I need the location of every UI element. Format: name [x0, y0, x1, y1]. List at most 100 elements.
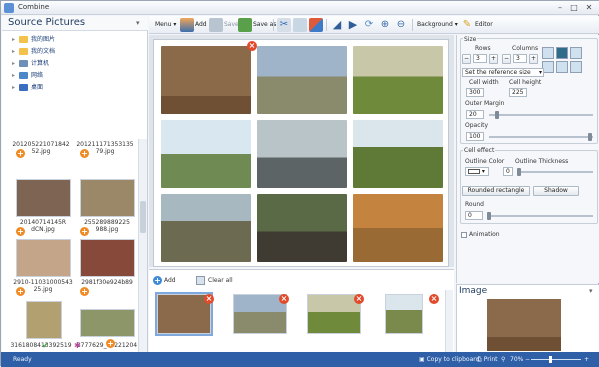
pencil-icon[interactable]: ✎	[460, 18, 474, 32]
columns-increase-button[interactable]: +	[529, 54, 538, 64]
tree-item-computer[interactable]: ▸ 计算机	[12, 58, 49, 69]
remove-icon[interactable]: ×	[204, 294, 214, 304]
zoom-out-icon[interactable]: ⊖	[394, 18, 408, 32]
pin-icon[interactable]: ▾	[589, 287, 593, 295]
collage-cell[interactable]	[161, 46, 251, 114]
save-button[interactable]: Save	[224, 18, 239, 32]
collage-cell[interactable]	[257, 46, 347, 114]
pin-icon[interactable]: ▾	[136, 19, 140, 27]
tree-item-network[interactable]: ▸ 网络	[12, 70, 43, 81]
clear-icon[interactable]	[196, 276, 205, 285]
print-button[interactable]: ⎙ Print	[477, 355, 498, 364]
zoom-in-icon[interactable]: ⊕	[378, 18, 392, 32]
layout-grid-icon[interactable]	[570, 61, 582, 73]
outline-thickness-slider[interactable]	[517, 171, 593, 173]
strip-thumbnail[interactable]	[307, 294, 361, 334]
strip-scrollbar[interactable]	[445, 290, 453, 353]
maximize-icon[interactable]: □	[567, 2, 581, 13]
strip-add-button[interactable]: Add	[164, 277, 176, 285]
strip-thumbnail[interactable]	[385, 294, 423, 334]
remove-icon[interactable]: ×	[429, 294, 439, 304]
opacity-input[interactable]: 100	[466, 132, 484, 141]
columns-input[interactable]: 3	[513, 54, 527, 63]
strip-thumbnail[interactable]	[155, 292, 213, 336]
editor-button[interactable]: Editor	[475, 18, 493, 32]
layout-grid-icon[interactable]	[570, 47, 582, 59]
outer-margin-input[interactable]: 20	[466, 110, 484, 119]
add-icon[interactable]: +	[80, 287, 89, 296]
cell-width-input[interactable]: 300	[466, 88, 484, 97]
check-icon[interactable]: ✔	[42, 341, 49, 350]
shadow-button[interactable]: Shadow	[533, 186, 579, 196]
flip-vertical-icon[interactable]: ▶	[346, 18, 360, 32]
add-all-icon[interactable]: +	[106, 339, 115, 348]
slider-knob[interactable]	[517, 168, 521, 176]
add-icon[interactable]: +	[16, 287, 25, 296]
collage-cell[interactable]	[161, 194, 251, 262]
tree-item-my-documents[interactable]: ▸ 我的文档	[12, 46, 55, 57]
reference-size-select[interactable]: Set the reference size ▾	[462, 68, 544, 77]
rotate-icon[interactable]: ⟳	[362, 18, 376, 32]
clear-all-button[interactable]: Clear all	[208, 277, 233, 285]
layout-grid-icon[interactable]	[542, 47, 554, 59]
thumbnail-image[interactable]	[80, 179, 135, 217]
thumbnail-scrollbar[interactable]	[138, 139, 147, 352]
collage-cell[interactable]	[161, 120, 251, 188]
animation-checkbox[interactable]	[461, 232, 467, 238]
rows-increase-button[interactable]: +	[489, 54, 498, 64]
columns-decrease-button[interactable]: −	[502, 54, 511, 64]
round-slider[interactable]	[487, 215, 593, 217]
outer-margin-slider[interactable]	[489, 114, 593, 116]
slider-knob[interactable]	[487, 212, 491, 220]
zoom-out-icon[interactable]: −	[525, 355, 530, 364]
close-icon[interactable]: ✕	[582, 2, 596, 13]
collage-cell[interactable]	[353, 46, 443, 114]
background-button[interactable]: Background ▾	[417, 18, 458, 32]
save-as-icon[interactable]	[238, 18, 252, 32]
add-icon[interactable]: +	[80, 227, 89, 236]
remove-icon[interactable]: ×	[354, 294, 364, 304]
color-icon[interactable]	[309, 18, 323, 32]
scrollbar-thumb[interactable]	[140, 201, 146, 233]
layout-grid-icon[interactable]	[556, 47, 568, 59]
collage-cell[interactable]	[257, 120, 347, 188]
rows-input[interactable]: 3	[473, 54, 487, 63]
rounded-rectangle-button[interactable]: Rounded rectangle	[462, 186, 530, 196]
round-input[interactable]: 0	[465, 211, 483, 220]
flip-horizontal-icon[interactable]: ◢	[330, 18, 344, 32]
rows-decrease-button[interactable]: −	[462, 54, 471, 64]
zoom-slider[interactable]	[531, 359, 581, 360]
thumbnail-image[interactable]	[16, 239, 71, 277]
add-button[interactable]: Add	[195, 18, 207, 32]
menu-button[interactable]: Menu ▾	[155, 18, 176, 32]
outline-thickness-input[interactable]: 0	[503, 167, 513, 176]
slider-knob[interactable]	[588, 133, 592, 141]
zoom-in-icon[interactable]: +	[584, 355, 589, 364]
thumbnail-image[interactable]	[80, 309, 135, 337]
thumbnail-image[interactable]	[16, 179, 71, 217]
collage-cell[interactable]	[353, 120, 443, 188]
collage-cell[interactable]	[257, 194, 347, 262]
cell-height-input[interactable]: 225	[509, 88, 527, 97]
thumbnail-image[interactable]	[80, 239, 135, 277]
add-icon[interactable]: +	[153, 276, 162, 285]
save-icon[interactable]	[209, 18, 223, 32]
opacity-slider[interactable]	[489, 136, 593, 138]
thumbnail-image[interactable]	[26, 301, 62, 339]
layout-grid-icon[interactable]	[556, 61, 568, 73]
crop-icon[interactable]	[293, 18, 307, 32]
tree-item-my-pictures[interactable]: ▸ 我的图片	[12, 34, 55, 45]
cut-icon[interactable]: ✂	[277, 18, 291, 32]
slider-knob[interactable]	[495, 111, 499, 119]
tree-item-desktop[interactable]: ▸ 桌面	[12, 82, 43, 93]
zoom-slider-knob[interactable]	[549, 356, 552, 363]
tools-icon[interactable]: ✱	[74, 341, 81, 350]
collage-cell[interactable]	[353, 194, 443, 262]
outline-color-picker[interactable]: ▾	[465, 167, 489, 176]
remove-cell-icon[interactable]: ×	[247, 41, 257, 51]
add-image-icon[interactable]	[180, 18, 194, 32]
minimize-icon[interactable]: –	[553, 2, 567, 13]
add-icon[interactable]: +	[16, 227, 25, 236]
remove-icon[interactable]: ×	[279, 294, 289, 304]
copy-clipboard-button[interactable]: ▣ Copy to clipboard	[419, 355, 479, 364]
